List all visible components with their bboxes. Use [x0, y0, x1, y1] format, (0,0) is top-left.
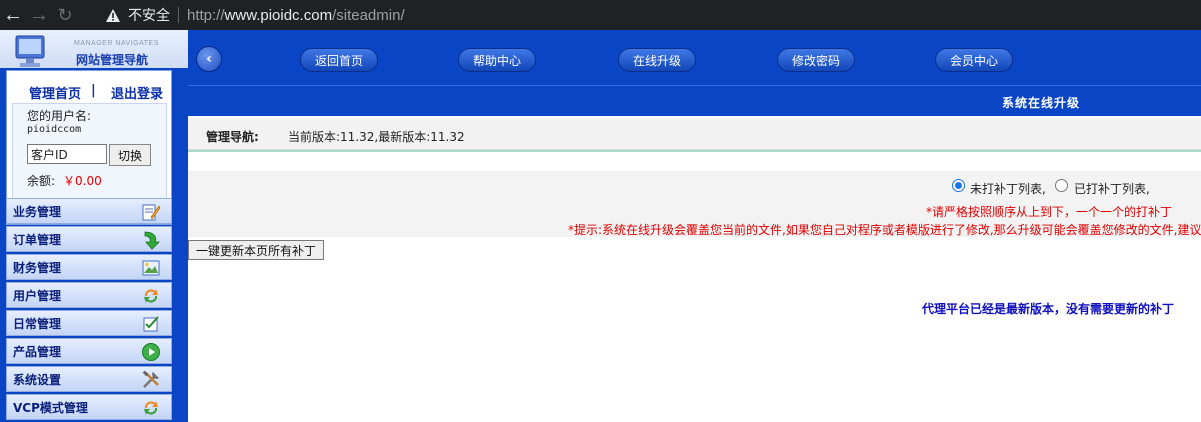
menu-item-label: 财务管理 — [13, 260, 62, 275]
customer-id-input[interactable] — [27, 144, 107, 164]
picture-icon — [142, 260, 160, 276]
refresh-arrows-icon — [144, 401, 158, 415]
menu-item-orders[interactable]: 订单管理 — [6, 226, 172, 252]
nav-help[interactable]: 帮助中心 — [458, 48, 536, 72]
refresh-arrows-icon — [144, 289, 158, 303]
balance-value: ￥0.00 — [63, 174, 102, 188]
balance-label: 余额: — [27, 174, 56, 188]
menu-item-label: VCP模式管理 — [13, 400, 88, 415]
menu-item-label: 用户管理 — [13, 288, 62, 303]
nav-home[interactable]: 返回首页 — [300, 48, 378, 72]
url-prefix: http:// — [187, 6, 225, 24]
sidebar-menu: 业务管理 订单管理 财务管理 用户管理 日常管理 产品管理 系统设置 VCP模式… — [6, 198, 172, 422]
order-note: *请严格按照顺序从上到下，一个一个的打补丁 — [926, 205, 1173, 219]
browser-toolbar: ← → ↻ 不安全 http://www.pioidc.com/siteadmi… — [0, 0, 1201, 30]
breadcrumb-label: 管理导航: — [206, 130, 259, 144]
nav-change-password[interactable]: 修改密码 — [777, 48, 855, 72]
forward-arrow-icon[interactable]: → — [26, 2, 52, 28]
menu-item-daily[interactable]: 日常管理 — [6, 310, 172, 336]
warning-icon[interactable] — [104, 6, 122, 24]
insecure-label[interactable]: 不安全 — [128, 5, 170, 25]
sidebar-logo: MANAGER NAVIGATES 网站管理导航 — [0, 30, 188, 68]
logo-subtitle: MANAGER NAVIGATES — [74, 40, 159, 47]
menu-item-label: 产品管理 — [13, 344, 62, 359]
back-arrow-icon[interactable]: ← — [0, 2, 26, 28]
update-all-button[interactable]: 一键更新本页所有补丁 — [188, 240, 324, 260]
reload-icon[interactable]: ↻ — [52, 2, 78, 28]
checklist-icon — [143, 316, 159, 332]
menu-item-vcp[interactable]: VCP模式管理 — [6, 394, 172, 420]
radio-patched[interactable] — [1055, 179, 1068, 192]
balance: 余额: ￥0.00 — [27, 172, 102, 189]
menu-item-label: 系统设置 — [13, 372, 62, 387]
breadcrumb: 管理导航: 当前版本:11.32,最新版本:11.32 — [188, 118, 1201, 150]
section-title-bar: 系统在线升级 — [188, 85, 1201, 116]
menu-item-finance[interactable]: 财务管理 — [6, 254, 172, 280]
admin-home-link[interactable]: 管理首页 — [29, 83, 81, 102]
page-title: 系统在线升级 — [1002, 96, 1081, 110]
menu-item-users[interactable]: 用户管理 — [6, 282, 172, 308]
address-divider — [178, 7, 179, 23]
monitor-icon — [15, 35, 45, 67]
nav-upgrade[interactable]: 在线升级 — [618, 48, 696, 72]
play-icon — [142, 343, 160, 361]
radio-patched-label[interactable]: 已打补丁列表, — [1074, 180, 1150, 197]
logo-title: 网站管理导航 — [76, 53, 149, 67]
patch-options: 未打补丁列表, 已打补丁列表, *请严格按照顺序从上到下，一个一个的打补丁 *提… — [188, 171, 1201, 237]
sidebar: MANAGER NAVIGATES 网站管理导航 管理首页 | 退出登录 您的用… — [0, 30, 188, 422]
status-message: 代理平台已经是最新版本，没有需要更新的补丁 — [922, 302, 1175, 316]
radio-unpatched-label[interactable]: 未打补丁列表, — [970, 180, 1046, 197]
radio-unpatched[interactable] — [952, 179, 965, 192]
chevron-left-icon[interactable]: ‹ — [196, 46, 222, 72]
menu-item-label: 业务管理 — [13, 204, 62, 219]
url-domain: www.pioidc.com — [224, 6, 333, 24]
divider — [188, 150, 1201, 152]
menu-item-label: 订单管理 — [13, 232, 62, 247]
username-label: 您的用户名: — [27, 109, 92, 123]
green-arrow-icon — [144, 231, 160, 250]
top-navigation: ‹ 返回首页 帮助中心 在线升级 修改密码 会员中心 — [188, 30, 1201, 85]
nav-member[interactable]: 会员中心 — [935, 48, 1013, 72]
username-value: pioidccom — [27, 124, 82, 135]
overwrite-warning: *提示:系统在线升级会覆盖您当前的文件,如果您自己对程序或者模版进行了修改,那么… — [568, 223, 1201, 237]
link-divider: | — [91, 83, 96, 98]
logout-link[interactable]: 退出登录 — [111, 83, 163, 102]
version-info: 当前版本:11.32,最新版本:11.32 — [288, 130, 465, 144]
menu-item-label: 日常管理 — [13, 316, 62, 331]
pen-document-icon — [142, 204, 161, 221]
address-bar[interactable]: http://www.pioidc.com/siteadmin/ — [187, 7, 405, 24]
switch-button[interactable]: 切换 — [109, 144, 151, 166]
url-path: /siteadmin/ — [332, 6, 405, 24]
menu-item-settings[interactable]: 系统设置 — [6, 366, 172, 392]
tools-icon — [142, 370, 159, 388]
menu-item-products[interactable]: 产品管理 — [6, 338, 172, 364]
menu-item-business[interactable]: 业务管理 — [6, 198, 172, 224]
